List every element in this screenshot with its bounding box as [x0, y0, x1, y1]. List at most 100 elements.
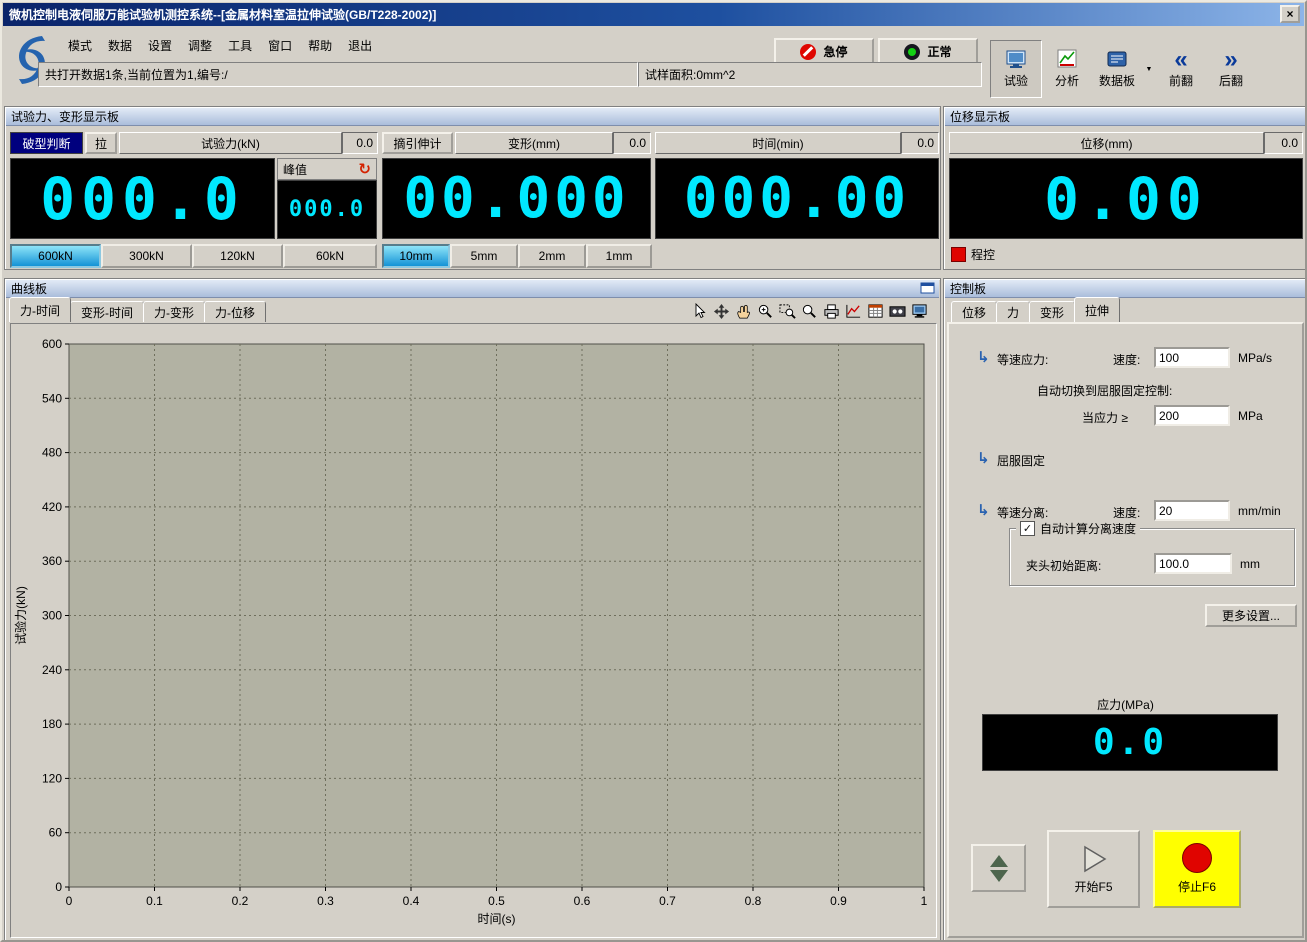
force-deform-panel-header: 试验力、变形显示板	[6, 108, 939, 126]
curve-panel-restore-button[interactable]	[920, 282, 936, 295]
analysis-button[interactable]: 分析	[1042, 41, 1092, 97]
tab-force-time[interactable]: 力-时间	[9, 297, 71, 322]
tool-zoom[interactable]	[799, 302, 820, 321]
tool-graph[interactable]	[843, 302, 864, 321]
databoard-button[interactable]: 数据板	[1092, 41, 1142, 97]
tool-zoom-in[interactable]	[755, 302, 776, 321]
tab-deform-time[interactable]: 变形-时间	[70, 301, 144, 322]
force-range-300kn[interactable]: 300kN	[101, 244, 192, 268]
svg-text:540: 540	[42, 391, 62, 405]
tool-hand[interactable]	[733, 302, 754, 321]
menu-item-data[interactable]: 数据	[100, 34, 140, 57]
force-range-60kn[interactable]: 60kN	[283, 244, 377, 268]
prev-page-button[interactable]: « 前翻	[1156, 41, 1206, 97]
tab-tensile-control[interactable]: 拉伸	[1074, 297, 1120, 322]
svg-text:时间(s): 时间(s)	[478, 912, 516, 926]
control-tabs: 位移 力 变形 拉伸	[951, 298, 1119, 322]
const-stress-label: 等速应力:	[997, 351, 1048, 368]
check-icon: ✓	[1023, 522, 1032, 535]
tab-force-control[interactable]: 力	[996, 301, 1030, 322]
more-settings-button[interactable]: 更多设置...	[1205, 604, 1297, 627]
menu-item-exit[interactable]: 退出	[340, 34, 380, 57]
speed-label-1: 速度:	[1113, 351, 1140, 368]
svg-text:0.6: 0.6	[574, 894, 591, 908]
remove-extensometer-button[interactable]: 摘引伸计	[382, 132, 453, 154]
menu-item-mode[interactable]: 模式	[60, 34, 100, 57]
curve-panel: 曲线板 力-时间 变形-时间 力-变形 力-位移	[4, 278, 941, 942]
emergency-stop-button[interactable]: 急停	[774, 38, 874, 65]
control-panel: 控制板 位移 力 变形 拉伸 ↳ 等速应力: 速度: MPa/s 自动切换到屈服…	[943, 278, 1307, 942]
zoom-window-icon	[778, 303, 797, 320]
tool-print[interactable]	[821, 302, 842, 321]
time-header-label: 时间(min)	[655, 132, 901, 154]
sep-speed-input[interactable]	[1154, 500, 1230, 521]
flow-arrow-icon: ↳	[977, 501, 990, 519]
graph-icon	[844, 303, 863, 320]
tool-pan[interactable]	[711, 302, 732, 321]
break-judge-toggle[interactable]: 破型判断	[10, 132, 83, 154]
stop-button[interactable]: 停止F6	[1153, 830, 1241, 908]
displacement-small-value-text: 0.0	[1281, 136, 1298, 150]
deform-header-label: 变形(mm)	[455, 132, 613, 154]
menu-item-adjust[interactable]: 调整	[180, 34, 220, 57]
jog-down-icon	[990, 870, 1008, 882]
tool-report[interactable]	[865, 302, 886, 321]
control-panel-header: 控制板	[945, 280, 1305, 298]
deform-range-10mm[interactable]: 10mm	[382, 244, 450, 268]
report-grid-icon	[866, 303, 885, 320]
start-button[interactable]: 开始F5	[1047, 830, 1140, 908]
databoard-dropdown[interactable]: ▼	[1142, 41, 1156, 97]
tab-deform-control[interactable]: 变形	[1029, 301, 1075, 322]
emergency-stop-label: 急停	[823, 43, 847, 60]
displacement-header-label: 位移(mm)	[949, 132, 1264, 154]
force-range-600kn[interactable]: 600kN	[10, 244, 101, 268]
tool-film[interactable]	[887, 302, 908, 321]
svg-text:600: 600	[42, 337, 62, 351]
stress-threshold-input[interactable]	[1154, 405, 1230, 426]
force-range-label: 120kN	[220, 249, 255, 263]
auto-calc-checkbox[interactable]: ✓	[1020, 521, 1035, 536]
crosshead-jog-button[interactable]	[971, 844, 1026, 892]
time-display-digits: 000.00	[684, 166, 910, 231]
program-control-indicator[interactable]: 程控	[951, 246, 995, 262]
tab-displacement-control[interactable]: 位移	[951, 301, 997, 322]
close-button[interactable]: ×	[1280, 5, 1300, 23]
svg-text:0.5: 0.5	[488, 894, 505, 908]
svg-text:0.8: 0.8	[745, 894, 762, 908]
svg-text:0.3: 0.3	[317, 894, 334, 908]
next-page-button[interactable]: » 后翻	[1206, 41, 1256, 97]
tab-force-label: 力	[1007, 304, 1019, 321]
grip-distance-input[interactable]	[1154, 553, 1232, 574]
stress-speed-input[interactable]	[1154, 347, 1230, 368]
tab-force-displacement[interactable]: 力-位移	[204, 301, 266, 322]
prev-chevrons-icon: «	[1174, 50, 1187, 70]
auto-calc-checkbox-row[interactable]: ✓ 自动计算分离速度	[1016, 520, 1140, 537]
deform-range-5mm[interactable]: 5mm	[450, 244, 518, 268]
peak-reset-icon[interactable]: ↻	[358, 160, 371, 178]
tool-monitor[interactable]	[909, 302, 930, 321]
svg-text:0: 0	[55, 880, 62, 894]
play-icon	[1077, 844, 1111, 874]
menu-item-window[interactable]: 窗口	[260, 34, 300, 57]
force-time-chart[interactable]: 06012018024030036042048054060000.10.20.3…	[11, 324, 936, 935]
normal-status-button[interactable]: 正常	[878, 38, 978, 65]
specimen-area-field[interactable]: 试样面积:0mm^2	[638, 62, 982, 87]
grip-distance-unit: mm	[1240, 557, 1260, 571]
tab-force-deform-label: 力-变形	[154, 304, 194, 321]
next-chevrons-icon: »	[1224, 50, 1237, 70]
chart-toolbar	[689, 302, 930, 321]
app-window: 微机控制电液伺服万能试验机测控系统--[金属材料室温拉伸试验(GB/T228-2…	[0, 0, 1307, 942]
menu-item-help[interactable]: 帮助	[300, 34, 340, 57]
deform-range-2mm[interactable]: 2mm	[518, 244, 586, 268]
force-range-120kn[interactable]: 120kN	[192, 244, 283, 268]
tool-zoom-window[interactable]	[777, 302, 798, 321]
tool-cursor[interactable]	[689, 302, 710, 321]
tab-force-deform[interactable]: 力-变形	[143, 301, 205, 322]
grip-distance-label: 夹头初始距离:	[1026, 557, 1101, 574]
title-bar[interactable]: 微机控制电液伺服万能试验机测控系统--[金属材料室温拉伸试验(GB/T228-2…	[3, 3, 1304, 26]
test-view-button[interactable]: 试验	[990, 40, 1042, 98]
deform-range-1mm[interactable]: 1mm	[586, 244, 652, 268]
pull-direction-button[interactable]: 拉	[85, 132, 117, 154]
menu-item-tools[interactable]: 工具	[220, 34, 260, 57]
menu-item-settings[interactable]: 设置	[140, 34, 180, 57]
